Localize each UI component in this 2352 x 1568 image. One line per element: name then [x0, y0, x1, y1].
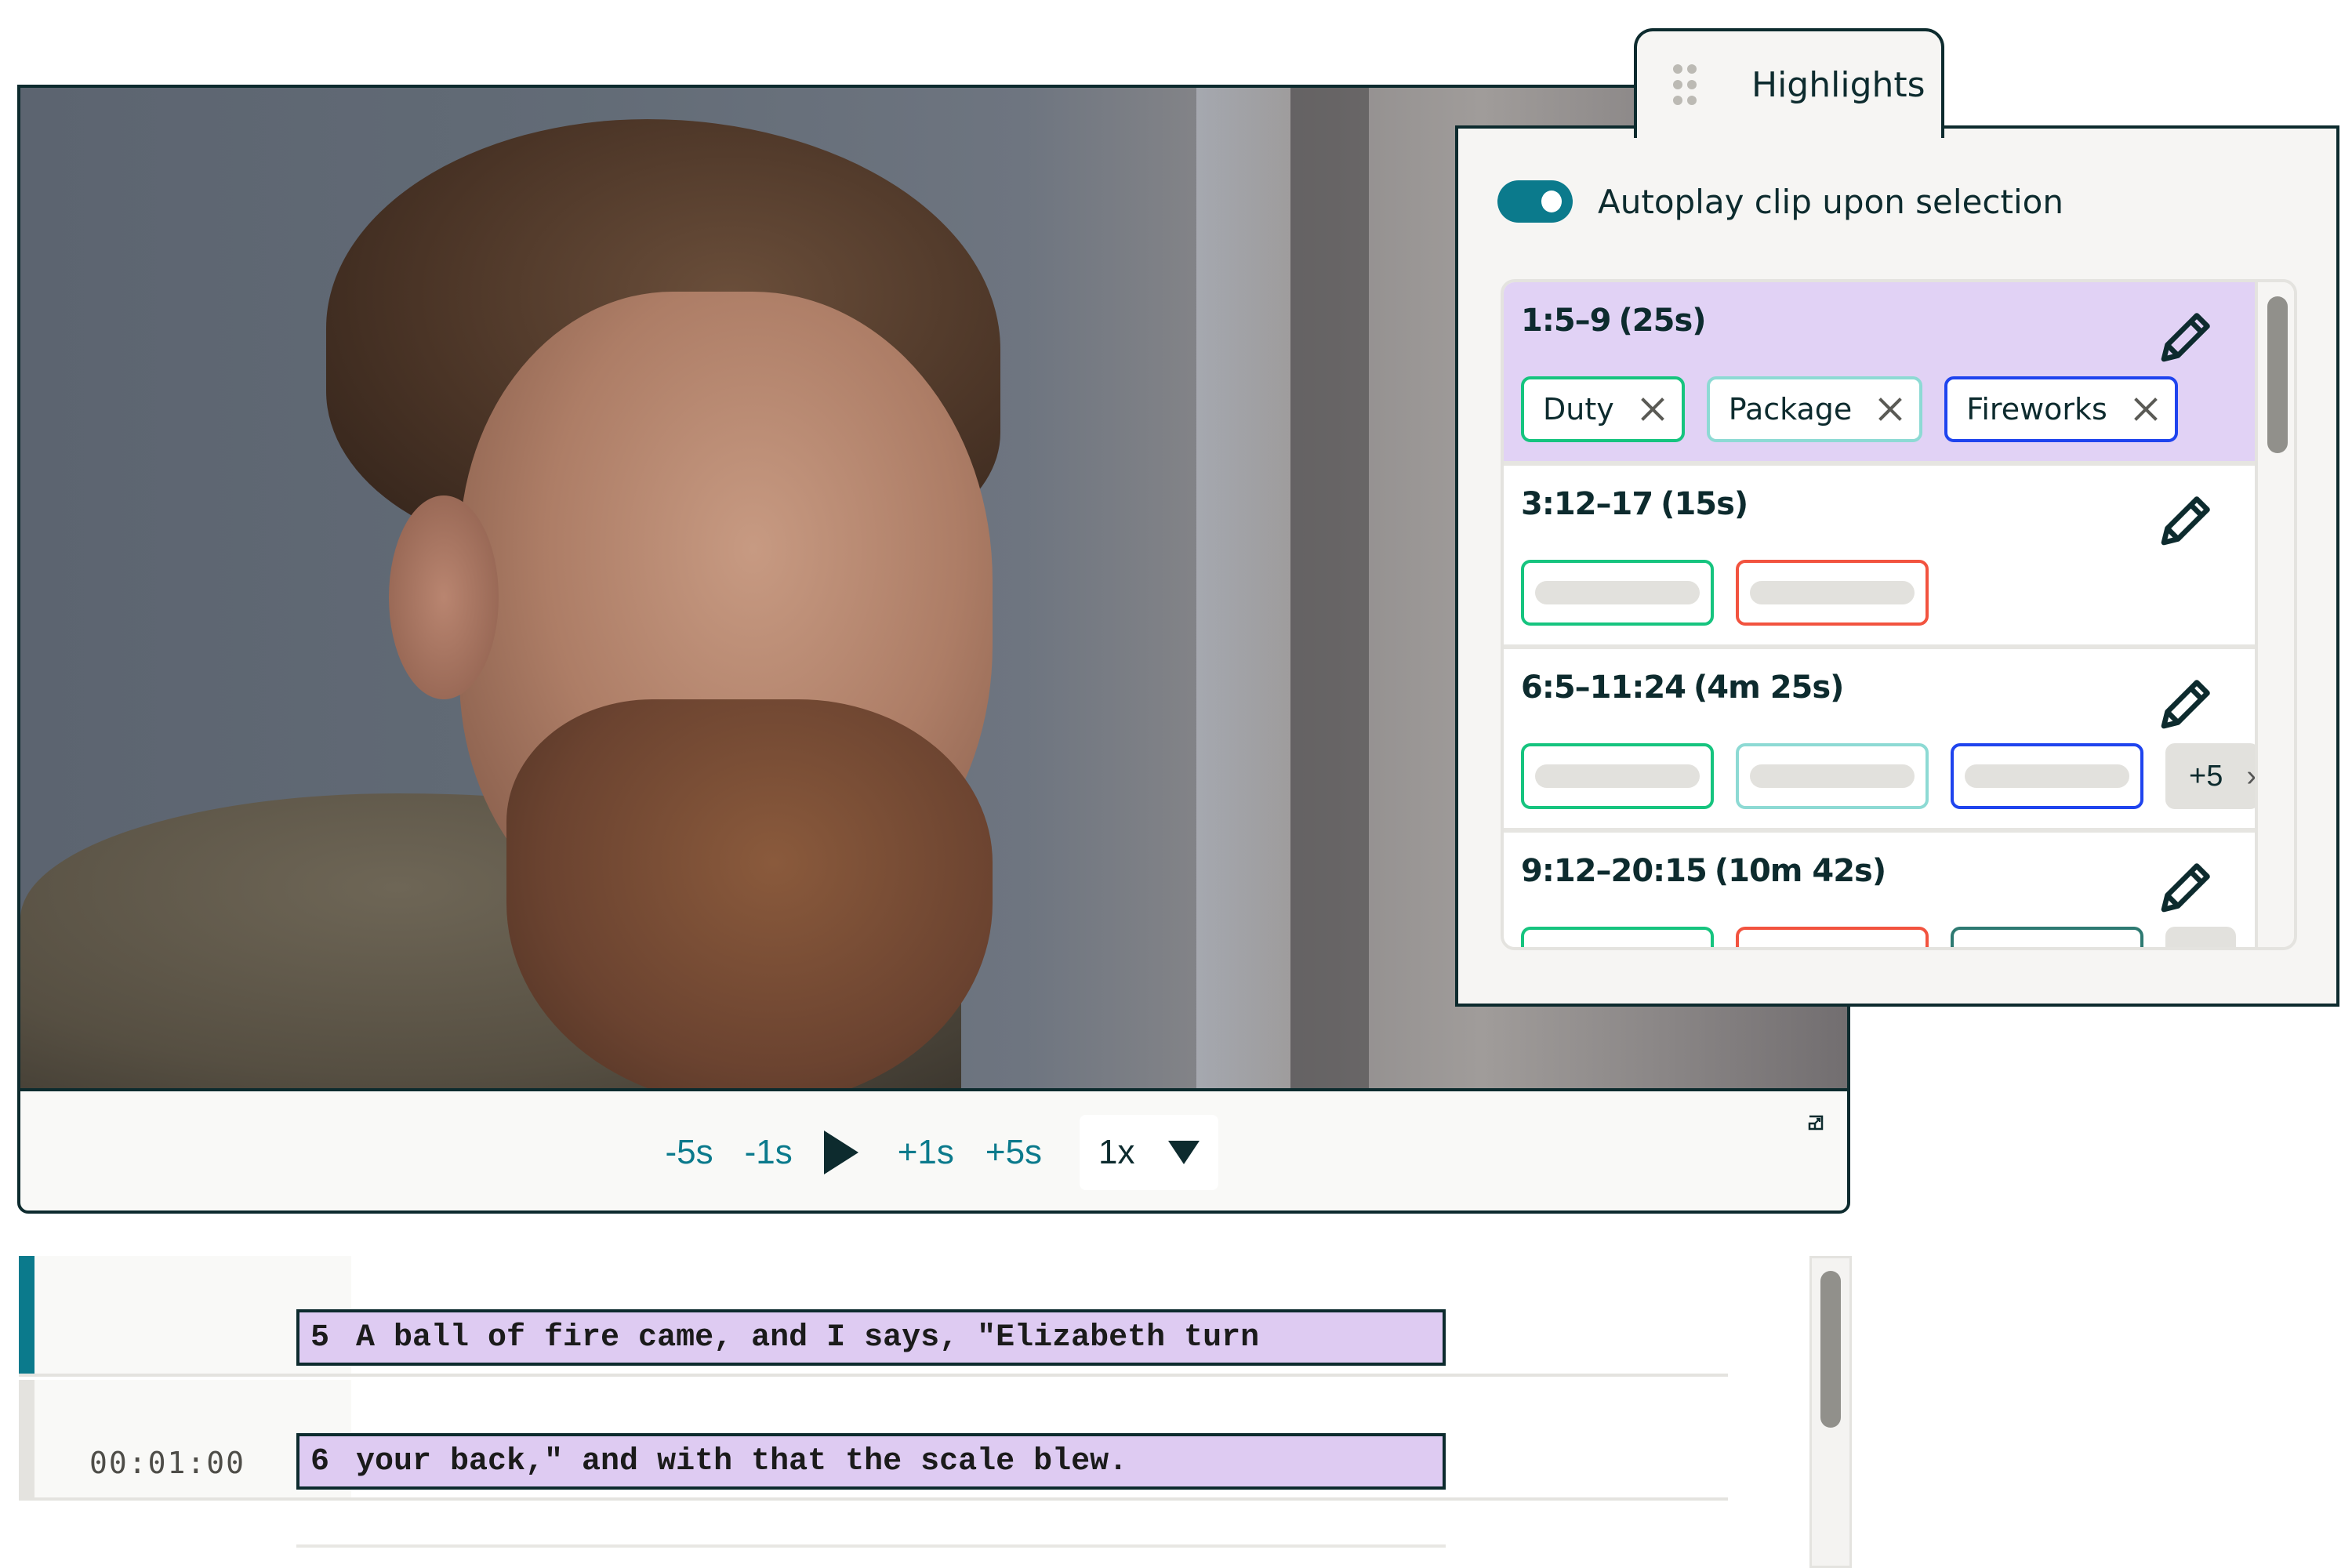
pencil-icon[interactable] [2154, 307, 2216, 368]
tag-placeholder-bar [1965, 764, 2129, 788]
line-number: 5 [310, 1319, 330, 1356]
playback-controls: -5s -1s +1s +5s 1x [20, 1094, 1847, 1210]
highlight-duration: (15s) [1661, 486, 1748, 522]
skip-back-5s-button[interactable]: -5s [649, 1133, 728, 1172]
scrollbar-thumb[interactable] [2267, 296, 2288, 453]
transcript-panel: 5 A ball of fire came, and I says, "Eliz… [19, 1256, 1852, 1568]
transcript-row[interactable]: 00:01:00 6 your back," and with that the… [19, 1380, 1728, 1501]
tag-chip[interactable]: Fireworks [1944, 376, 2178, 442]
skip-back-1s-button[interactable]: -1s [729, 1133, 808, 1172]
tag-placeholder-bar [1535, 764, 1700, 788]
tag-label: Package [1728, 392, 1853, 426]
highlights-items: 1:5–9 (25s) Duty Package Fireworks 3:12–17 (15… [1504, 282, 2256, 947]
autoplay-label: Autoplay clip upon selection [1598, 182, 2063, 221]
highlight-range: 6:5–11:24 (4m 25s) [1521, 670, 2236, 706]
line-text: your back," and with that the scale blew… [356, 1443, 1128, 1479]
skip-forward-1s-button[interactable]: +1s [882, 1133, 970, 1172]
scrollbar-thumb[interactable] [1820, 1271, 1841, 1428]
tag-chip[interactable]: Package [1706, 376, 1923, 442]
drag-handle-icon[interactable] [1673, 64, 1697, 105]
highlight-range: 9:12–20:15 (10m 42s) [1521, 853, 2236, 889]
highlights-title: Highlights [1751, 64, 1926, 105]
active-row-indicator [19, 1256, 34, 1374]
video-subject-beard [506, 699, 993, 1088]
highlights-tab[interactable]: Highlights [1634, 28, 1944, 138]
close-icon[interactable] [1641, 397, 1664, 421]
playback-speed-value: 1x [1098, 1133, 1135, 1171]
timecode: 00:01:00 [89, 1446, 246, 1480]
tag-label: Duty [1543, 392, 1614, 426]
more-tags-button[interactable]: +5 › [2165, 743, 2256, 809]
transcript-row[interactable]: 5 A ball of fire came, and I says, "Eliz… [19, 1256, 1728, 1377]
highlight-item[interactable]: 1:5–9 (25s) Duty Package Fireworks [1504, 282, 2256, 466]
pencil-icon[interactable] [2154, 491, 2216, 552]
tag-chip[interactable] [1951, 743, 2143, 809]
tag-chip[interactable] [1521, 743, 1714, 809]
highlight-item[interactable]: 6:5–11:24 (4m 25s) +5 › [1504, 649, 2256, 833]
transcript-scrollbar[interactable] [1809, 1256, 1852, 1568]
row-indicator [19, 1380, 34, 1497]
tag-list [1521, 927, 2236, 947]
autoplay-setting: Autoplay clip upon selection [1497, 180, 2063, 223]
highlight-range: 1:5–9 (25s) [1521, 303, 2236, 339]
highlight-duration: (10m 42s) [1714, 853, 1886, 889]
highlight-item[interactable]: 9:12–20:15 (10m 42s) [1504, 833, 2256, 947]
tag-chip[interactable]: Duty [1521, 376, 1685, 442]
tag-chip[interactable] [1736, 743, 1929, 809]
more-tags-button[interactable] [2165, 927, 2236, 947]
highlight-time-range: 6:5–11:24 [1521, 670, 1686, 706]
tag-chip[interactable] [1521, 560, 1714, 626]
tag-chip[interactable] [1951, 927, 2143, 947]
video-subject-ear [389, 495, 499, 699]
tag-placeholder-bar [1535, 581, 1700, 604]
more-tags-count: +5 [2189, 759, 2223, 793]
highlight-time-range: 1:5–9 [1521, 303, 1611, 339]
playback-speed-select[interactable]: 1x [1080, 1115, 1218, 1190]
tag-chip[interactable] [1521, 927, 1714, 947]
tag-list [1521, 560, 1929, 626]
popout-icon[interactable] [1808, 1115, 1824, 1131]
transcript-next-line-divider [296, 1544, 1446, 1548]
tag-placeholder-bar [1750, 764, 1915, 788]
close-icon[interactable] [1878, 397, 1902, 421]
highlight-range: 3:12–17 (15s) [1521, 486, 2236, 522]
pencil-icon[interactable] [2154, 674, 2216, 735]
tag-chip[interactable] [1736, 560, 1929, 626]
highlight-time-range: 9:12–20:15 [1521, 853, 1708, 889]
transcript-line[interactable]: 6 your back," and with that the scale bl… [296, 1433, 1446, 1490]
highlight-duration: (25s) [1618, 303, 1707, 339]
highlight-time-range: 3:12–17 [1521, 486, 1653, 522]
line-number: 6 [310, 1443, 330, 1479]
highlight-item[interactable]: 3:12–17 (15s) [1504, 466, 2256, 649]
tag-placeholder-bar [1750, 581, 1915, 604]
pencil-icon[interactable] [2154, 858, 2216, 919]
highlights-scrollbar[interactable] [2255, 282, 2294, 947]
chevron-down-icon [1167, 1141, 1200, 1164]
tag-label: Fireworks [1966, 392, 2107, 426]
video-background-window [1196, 88, 1290, 1088]
highlight-duration: (4m 25s) [1693, 670, 1844, 706]
skip-forward-5s-button[interactable]: +5s [970, 1133, 1058, 1172]
tag-list: Duty Package Fireworks [1521, 376, 2178, 442]
highlights-list: 1:5–9 (25s) Duty Package Fireworks 3:12–17 (15… [1501, 279, 2297, 950]
tag-chip[interactable] [1736, 927, 1929, 947]
highlights-panel: Autoplay clip upon selection 1:5–9 (25s) D… [1455, 125, 2339, 1007]
play-icon[interactable] [823, 1131, 858, 1174]
video-background-wall [1290, 88, 1369, 1088]
autoplay-toggle[interactable] [1497, 180, 1573, 223]
line-text: A ball of fire came, and I says, "Elizab… [356, 1319, 1260, 1356]
tag-list: +5 › [1521, 743, 2256, 809]
transcript-line[interactable]: 5 A ball of fire came, and I says, "Eliz… [296, 1309, 1446, 1366]
close-icon[interactable] [2134, 397, 2158, 421]
